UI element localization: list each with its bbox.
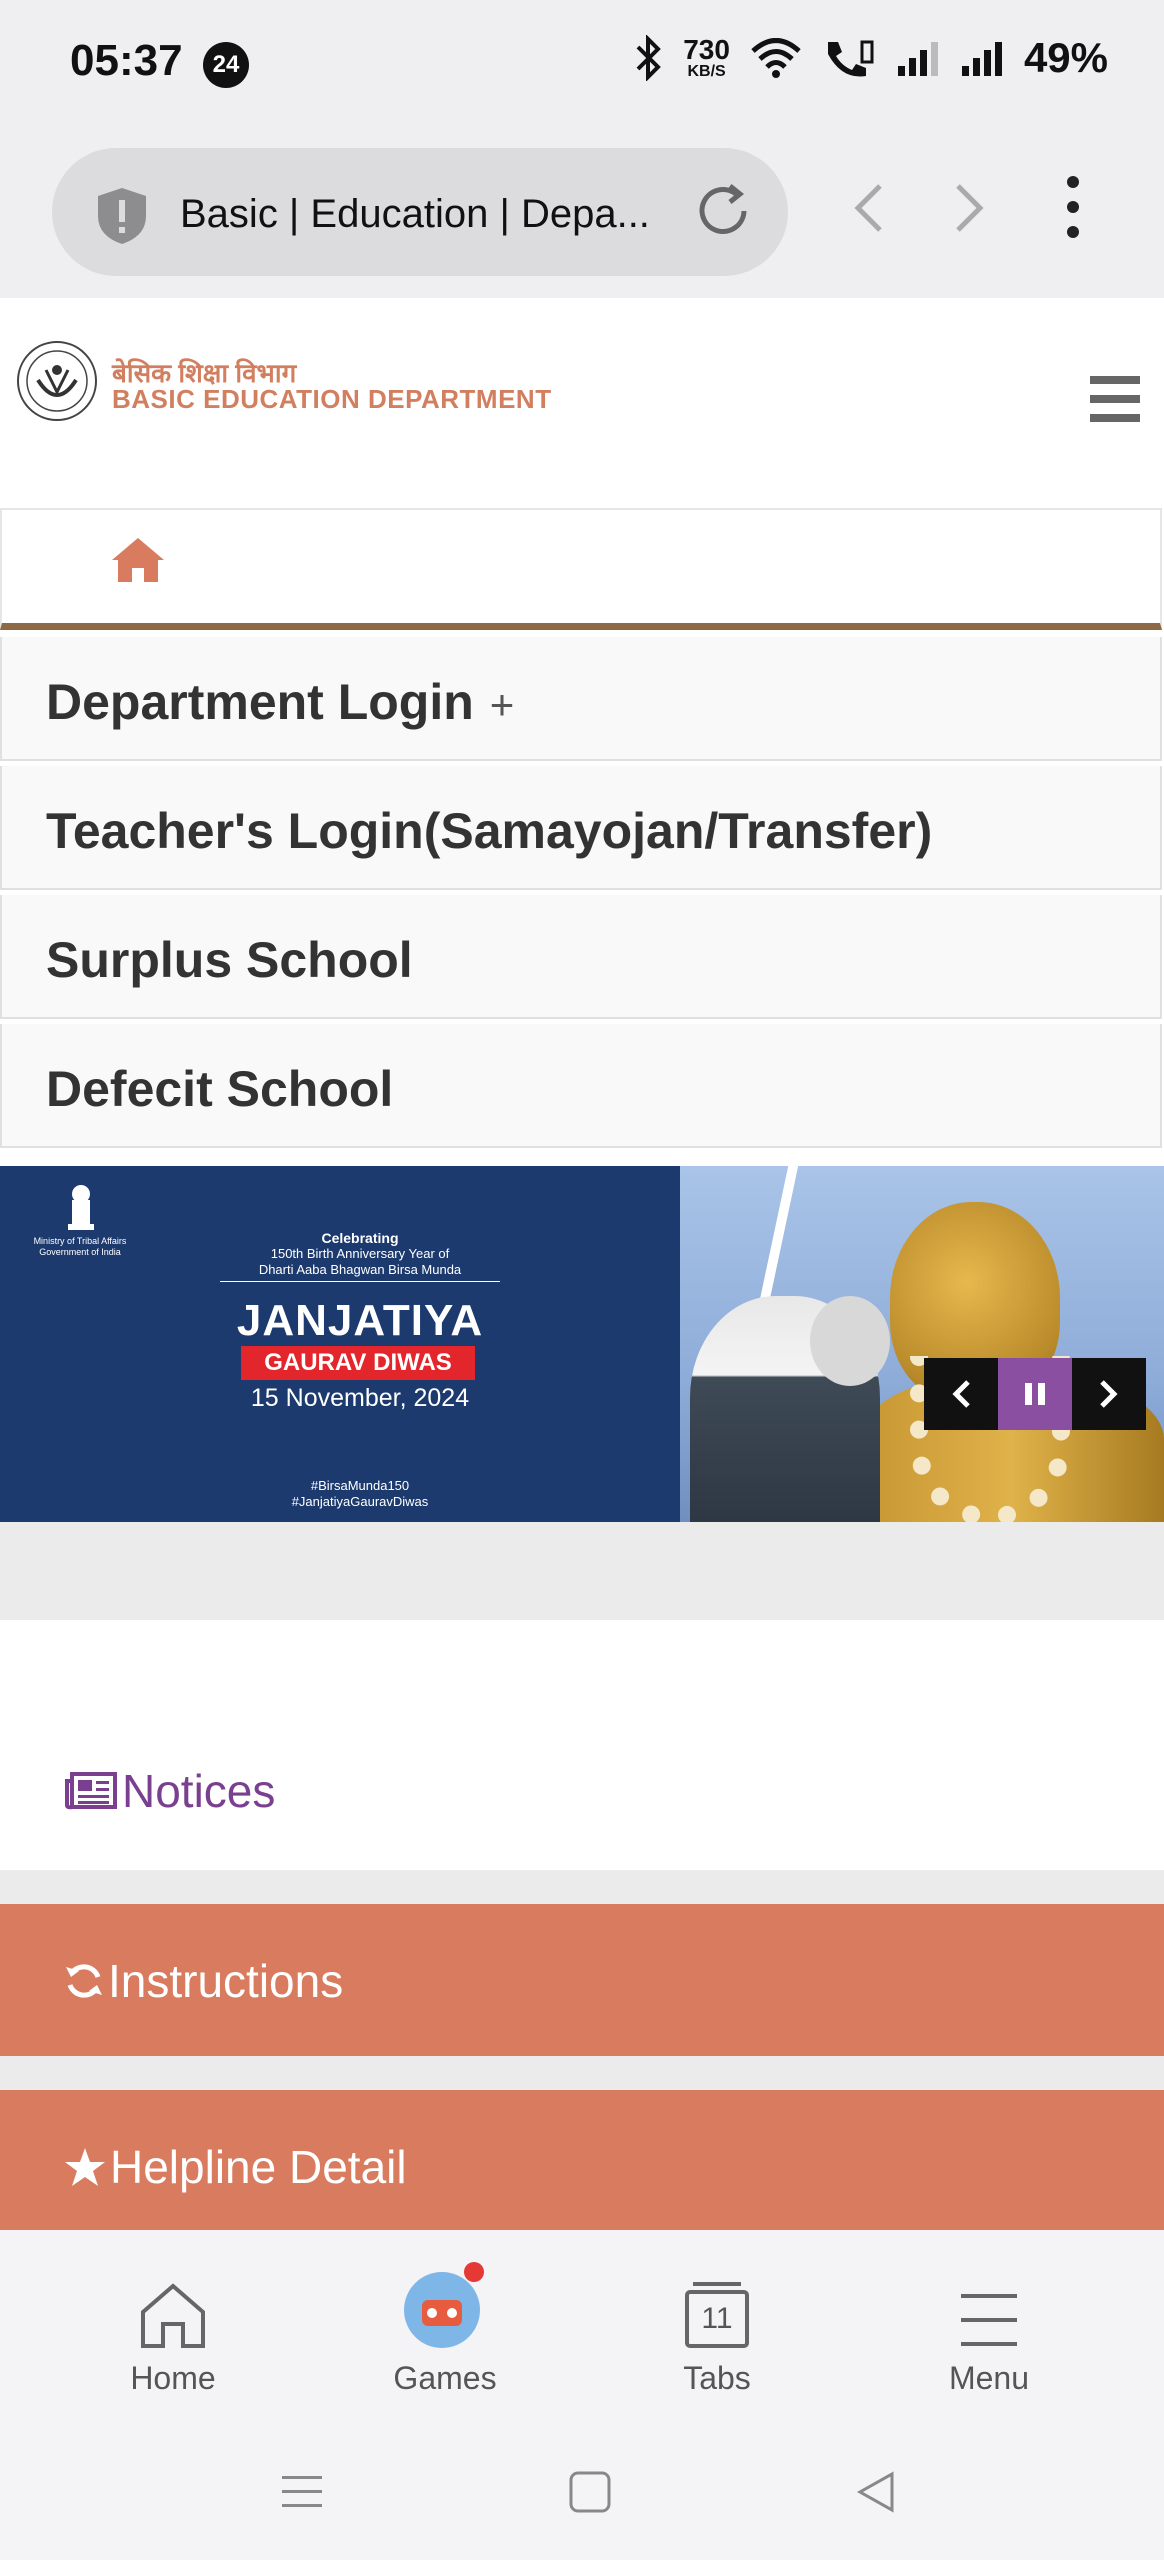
banner-hashtag-2: #JanjatiyaGauravDiwas	[291, 1494, 429, 1509]
menu-item-label: Department Login	[46, 674, 474, 730]
home-outline-icon	[141, 2283, 205, 2348]
banner-subtitle-2: Dharti Aaba Bhagwan Birsa Munda	[220, 1262, 500, 1282]
home-nav-row	[0, 508, 1162, 630]
wifi-call-icon	[827, 40, 874, 77]
banner-hashtag-1: #BirsaMunda150	[310, 1478, 410, 1493]
banner-ribbon: GAURAV DIWAS	[241, 1346, 475, 1380]
nav-games-button[interactable]: Games	[345, 2260, 545, 2397]
expand-plus-icon[interactable]: +	[490, 681, 515, 728]
chevron-right-icon	[1100, 1380, 1118, 1408]
slider-prev-button[interactable]	[924, 1358, 998, 1430]
instructions-accordion[interactable]: Instructions	[0, 1904, 1164, 2056]
up-government-emblem	[17, 341, 97, 421]
reload-icon[interactable]	[692, 180, 754, 242]
nav-menu-button[interactable]: Menu	[889, 2260, 1089, 2397]
bluetooth-icon	[636, 35, 662, 81]
system-nav-bar	[0, 2430, 1164, 2560]
home-icon[interactable]	[110, 536, 166, 584]
nav-menu-label: Menu	[948, 2360, 1030, 2396]
notices-label: Notices	[122, 1765, 276, 1817]
slider-next-button[interactable]	[1072, 1358, 1146, 1430]
wifi-icon	[751, 38, 801, 78]
back-triangle-icon[interactable]	[854, 2470, 898, 2514]
instructions-label: Instructions	[108, 1955, 344, 2007]
tabs-count: 11	[701, 2302, 733, 2335]
notices-tab[interactable]: Notices	[64, 1764, 275, 1818]
banner-headline: JANJATIYA	[236, 1296, 484, 1345]
site-header: बेसिक शिक्षा विभाग BASIC EDUCATION DEPAR…	[0, 298, 1164, 510]
status-bar: 05:37 24 730 KB/S 49%	[0, 0, 1164, 130]
newspaper-icon	[65, 1772, 117, 1810]
menu-item-teachers-login[interactable]: Teacher's Login(Samayojan/Transfer)	[0, 766, 1162, 890]
address-bar[interactable]: Basic | Education | Depa...	[52, 148, 788, 276]
hamburger-menu-icon[interactable]	[1090, 376, 1140, 433]
banner-ministry-text: Ministry of Tribal Affairs Government of…	[33, 1236, 127, 1257]
menu-item-department-login[interactable]: Department Login +	[0, 637, 1162, 761]
notices-section: Notices	[0, 1620, 1164, 1870]
menu-item-label: Teacher's Login(Samayojan/Transfer)	[46, 803, 933, 859]
shield-alert-icon[interactable]	[94, 186, 150, 246]
chevron-left-icon	[952, 1380, 970, 1408]
banner-date: 15 November, 2024	[250, 1384, 470, 1412]
menu-item-label: Surplus School	[46, 932, 413, 988]
banner-celebrating: Celebrating	[321, 1230, 399, 1246]
site-title-english: BASIC EDUCATION DEPARTMENT	[112, 384, 552, 414]
banner-subtitle-1: 150th Birth Anniversary Year of	[270, 1246, 450, 1261]
signal-sim1-icon	[897, 42, 938, 76]
nav-tabs-label: Tabs	[683, 2360, 751, 2396]
notification-count-badge: 24	[203, 42, 249, 88]
star-icon	[65, 2148, 105, 2186]
helpline-accordion[interactable]: Helpline Detail	[0, 2090, 1164, 2230]
nav-home-label: Home	[130, 2360, 216, 2396]
slider-pause-button[interactable]	[998, 1358, 1072, 1430]
back-icon[interactable]	[846, 178, 890, 238]
national-emblem-icon	[68, 1185, 94, 1230]
section-divider	[0, 1522, 1164, 1620]
signal-sim2-icon	[961, 42, 1002, 76]
nav-tabs-button[interactable]: 11 Tabs	[617, 2260, 817, 2397]
menu-item-defecit-school[interactable]: Defecit School	[0, 1024, 1162, 1148]
refresh-icon	[66, 1964, 102, 1998]
nav-home-button[interactable]: Home	[73, 2260, 273, 2397]
browser-bottom-nav: Home Games 11 Tabs Menu	[0, 2230, 1164, 2430]
network-speed: 730 KB/S	[683, 34, 730, 80]
helpline-label: Helpline Detail	[110, 2141, 407, 2193]
home-square-icon[interactable]	[568, 2470, 612, 2514]
games-icon	[404, 2262, 484, 2348]
status-icons: 730 KB/S 49%	[633, 34, 1108, 82]
pause-icon	[1025, 1383, 1045, 1405]
banner-slider[interactable]	[0, 1166, 1164, 1522]
menu-item-label: Defecit School	[46, 1061, 394, 1117]
nav-games-label: Games	[393, 2360, 497, 2396]
menu-item-surplus-school[interactable]: Surplus School	[0, 895, 1162, 1019]
more-options-icon[interactable]	[1060, 172, 1086, 242]
recents-icon[interactable]	[280, 2470, 324, 2514]
forward-icon[interactable]	[948, 178, 992, 238]
slider-controls	[924, 1358, 1146, 1430]
status-time: 05:37	[70, 36, 183, 85]
battery-level: 49%	[1023, 34, 1108, 81]
menu-lines-icon	[961, 2294, 1017, 2346]
page-title[interactable]: Basic | Education | Depa...	[180, 192, 650, 237]
